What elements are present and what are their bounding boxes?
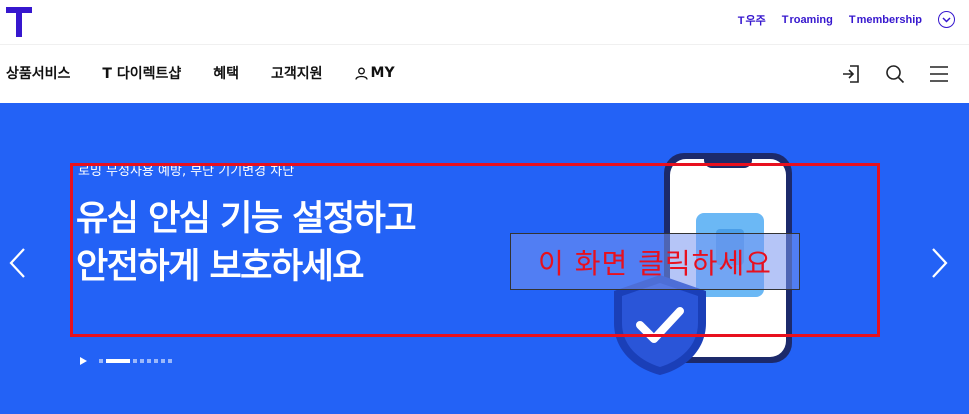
slide-dot[interactable] bbox=[133, 359, 137, 363]
play-icon[interactable] bbox=[78, 356, 88, 366]
nav-item-direct-shop[interactable]: T 다이렉트샵 bbox=[102, 63, 181, 83]
search-icon[interactable] bbox=[883, 62, 907, 86]
nav-menu: 상품서비스 T 다이렉트샵 혜택 고객지원 MY bbox=[6, 63, 395, 83]
slide-dot[interactable] bbox=[161, 359, 165, 363]
login-icon[interactable] bbox=[839, 62, 863, 86]
top-utility-bar: T우주 Troaming Tmembership bbox=[0, 0, 969, 45]
slide-dot-active[interactable] bbox=[106, 359, 130, 363]
header-actions bbox=[839, 62, 951, 86]
slide-dot[interactable] bbox=[168, 359, 172, 363]
slide-dot[interactable] bbox=[154, 359, 158, 363]
nav-item-my-label: MY bbox=[370, 65, 395, 81]
util-link-membership[interactable]: Tmembership bbox=[849, 14, 922, 26]
next-arrow-icon[interactable] bbox=[928, 243, 952, 283]
chevron-down-icon[interactable] bbox=[938, 11, 955, 28]
nav-item-support[interactable]: 고객지원 bbox=[271, 63, 323, 83]
utility-links: T우주 Troaming Tmembership bbox=[738, 11, 955, 28]
nav-item-benefits[interactable]: 혜택 bbox=[213, 63, 239, 83]
prev-arrow-icon[interactable] bbox=[5, 243, 29, 283]
nav-item-my[interactable]: MY bbox=[354, 63, 395, 83]
util-link-woojoo[interactable]: T우주 bbox=[738, 12, 766, 28]
slide-dot[interactable] bbox=[147, 359, 151, 363]
main-navigation: 상품서비스 T 다이렉트샵 혜택 고객지원 MY bbox=[0, 45, 969, 103]
click-instruction-text: 이 화면 클릭하세요 bbox=[538, 246, 772, 280]
slide-dot[interactable] bbox=[99, 359, 103, 363]
click-instruction-label: 이 화면 클릭하세요 bbox=[510, 233, 800, 290]
nav-item-products[interactable]: 상품서비스 bbox=[6, 63, 70, 83]
t-logo-icon[interactable] bbox=[6, 7, 32, 37]
menu-icon[interactable] bbox=[927, 62, 951, 86]
slide-dot[interactable] bbox=[140, 359, 144, 363]
slide-indicators bbox=[78, 356, 172, 366]
user-icon bbox=[354, 67, 368, 80]
util-link-roaming[interactable]: Troaming bbox=[782, 14, 833, 26]
